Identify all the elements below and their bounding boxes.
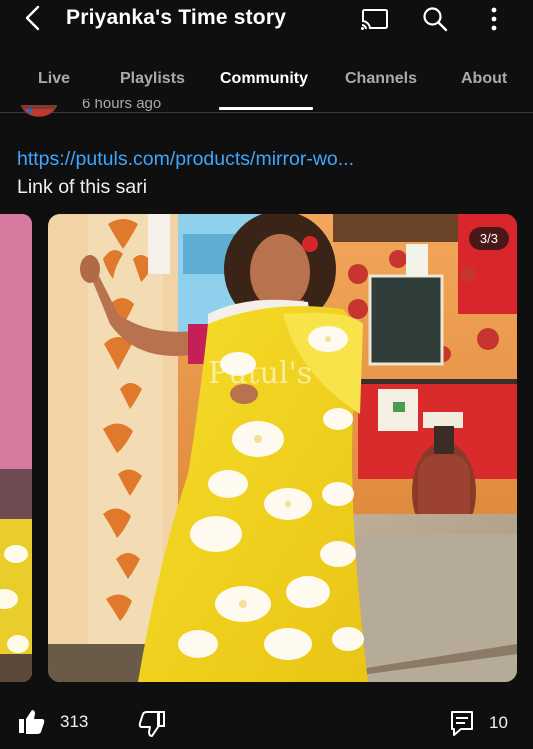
previous-image[interactable] [0, 214, 32, 682]
more-vert-icon[interactable] [479, 4, 509, 34]
avatar[interactable] [20, 105, 58, 119]
tab-live[interactable]: Live [38, 70, 70, 88]
post-actions: 313 10 [0, 700, 533, 745]
saree-photo [48, 214, 517, 682]
comments-button[interactable]: 10 [449, 709, 508, 737]
like-button[interactable]: 313 [18, 708, 88, 736]
comment-icon [451, 711, 473, 736]
tab-playlists[interactable]: Playlists [120, 70, 185, 88]
dislike-button[interactable] [138, 710, 166, 738]
thumbs-up-icon [19, 710, 45, 734]
comment-count: 10 [489, 713, 508, 732]
channel-tabs: Live Playlists Community Channels About [0, 56, 533, 113]
post-timestamp: 6 hours ago [82, 99, 162, 112]
search-icon[interactable] [420, 4, 450, 34]
image-counter-badge: 3/3 [468, 227, 509, 250]
tab-channels[interactable]: Channels [345, 70, 417, 88]
cast-icon[interactable] [360, 4, 390, 34]
post-text: Link of this sari [17, 176, 148, 198]
tab-about[interactable]: About [461, 70, 507, 88]
top-app-bar: Priyanka's Time story [0, 0, 533, 40]
watermark-text: Putul's [208, 356, 313, 391]
tab-community[interactable]: Community [220, 70, 308, 88]
back-arrow-icon[interactable] [18, 2, 48, 34]
post-image[interactable]: Putul's 3/3 [48, 214, 517, 682]
image-carousel[interactable]: Putul's 3/3 [0, 214, 533, 682]
active-tab-indicator [219, 107, 313, 110]
post-link[interactable]: https://putuls.com/products/mirror-wo... [17, 148, 354, 171]
like-count: 313 [60, 712, 89, 731]
thumbs-down-icon [138, 711, 165, 737]
channel-title: Priyanka's Time story [66, 6, 287, 29]
